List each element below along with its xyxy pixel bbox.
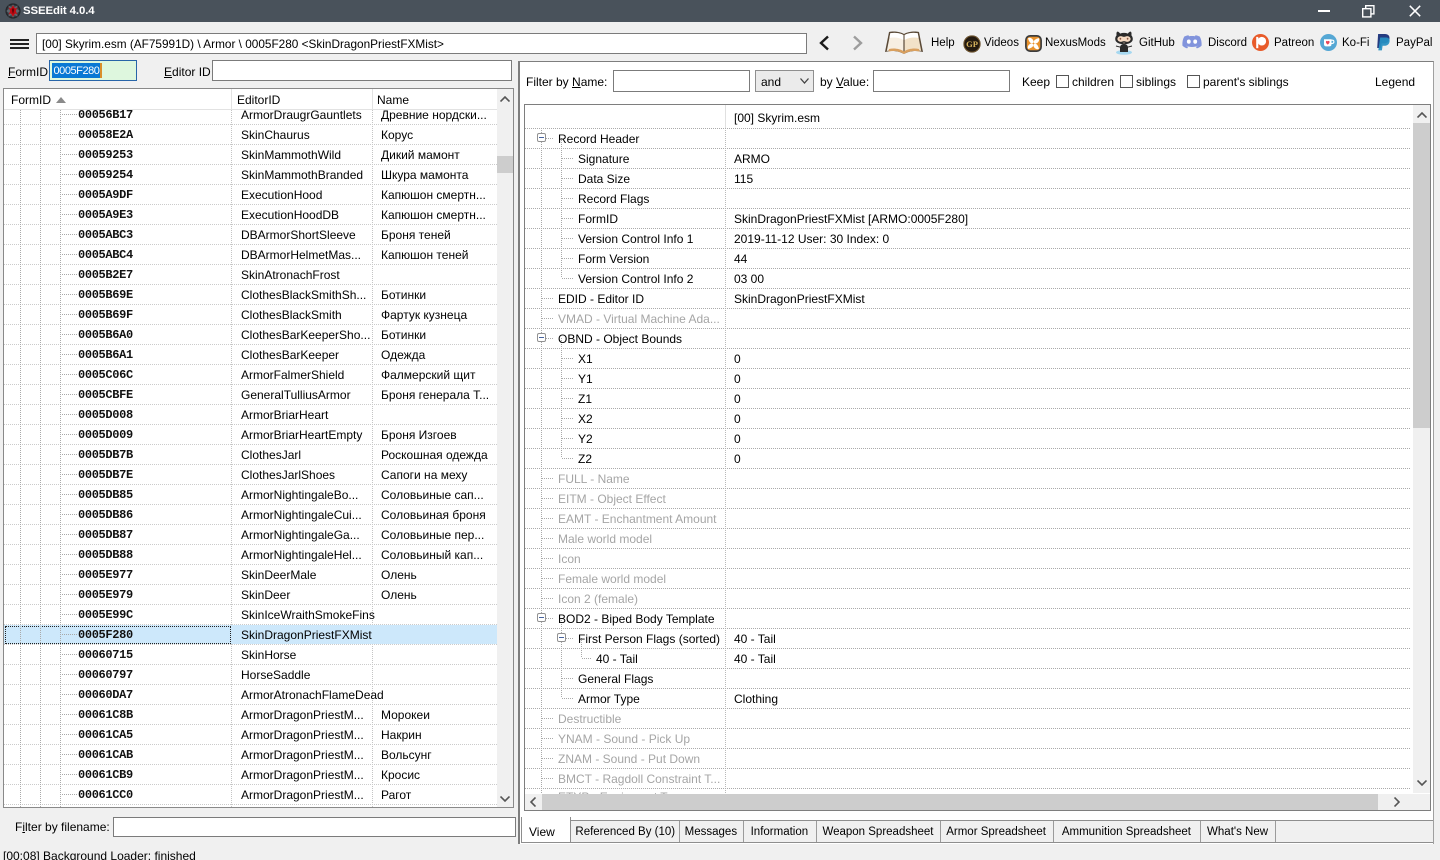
svg-text:GP: GP xyxy=(966,39,978,49)
